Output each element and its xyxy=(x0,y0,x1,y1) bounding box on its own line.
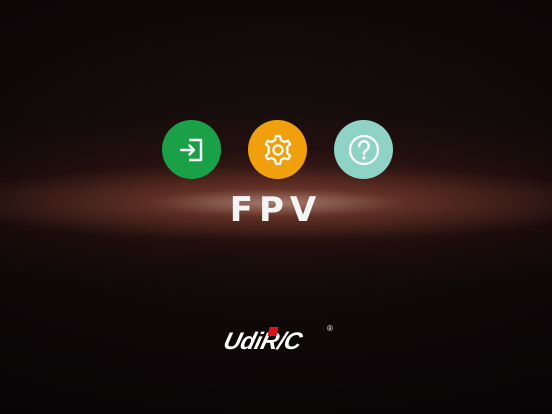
app-title: FPV xyxy=(229,190,323,230)
svg-text:UdiR/C: UdiR/C xyxy=(221,328,305,355)
registered-mark: ® xyxy=(327,324,333,333)
question-icon xyxy=(348,134,379,165)
sign-in-icon xyxy=(179,138,202,161)
enter-button[interactable] xyxy=(162,120,221,179)
settings-button[interactable] xyxy=(248,120,307,179)
brand-logo: UdiR/C ® xyxy=(221,324,333,355)
gear-icon xyxy=(264,134,291,165)
help-button[interactable] xyxy=(334,120,393,179)
app-home-screen: FPV UdiR/C ® xyxy=(0,0,552,414)
